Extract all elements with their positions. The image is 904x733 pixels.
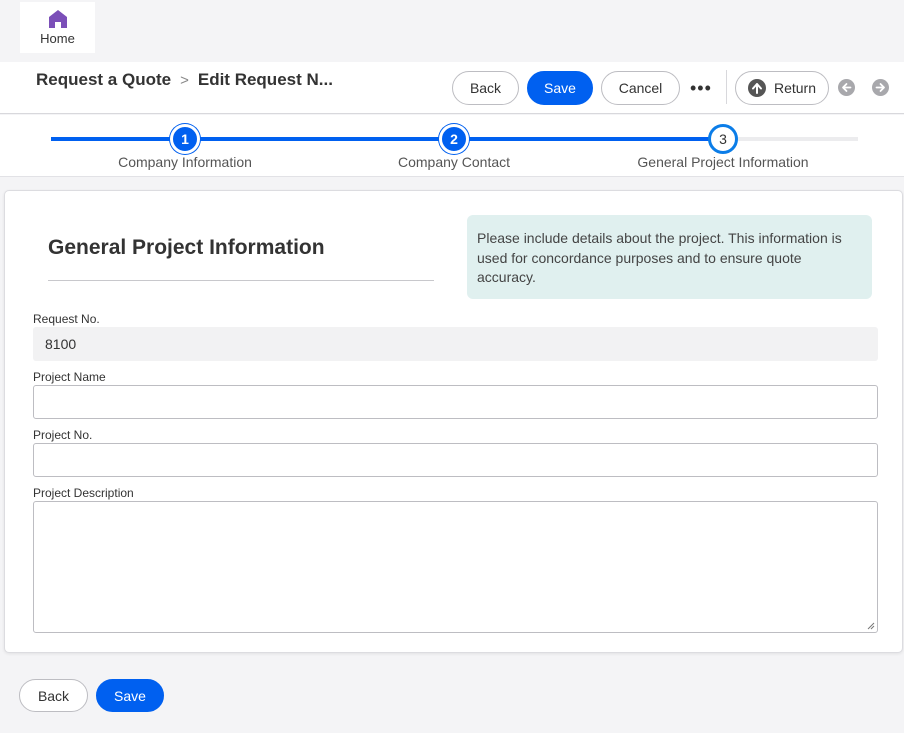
- footer-back-button[interactable]: Back: [19, 679, 88, 712]
- arrow-left-circle-icon[interactable]: [838, 79, 855, 96]
- arrow-right-circle-icon[interactable]: [872, 79, 889, 96]
- more-actions-button[interactable]: •••: [690, 78, 712, 99]
- request-no-value: 8100: [33, 327, 878, 361]
- breadcrumb-separator: >: [180, 71, 189, 89]
- breadcrumb: Request a Quote > Edit Request N...: [36, 70, 333, 90]
- progress-stepper: 1 Company Information 2 Company Contact …: [0, 115, 904, 177]
- section-title: General Project Information: [48, 236, 325, 259]
- return-label: Return: [773, 80, 817, 96]
- toolbar-divider: [726, 70, 727, 104]
- project-no-input[interactable]: [33, 443, 878, 477]
- step-2-marker[interactable]: 2: [439, 124, 469, 154]
- stepper-track-remaining: [722, 137, 858, 141]
- breadcrumb-parent[interactable]: Request a Quote: [36, 70, 171, 90]
- stepper-track-complete: [51, 137, 722, 141]
- home-label: Home: [40, 31, 75, 46]
- step-2-label[interactable]: Company Contact: [398, 154, 510, 170]
- step-3-marker[interactable]: 3: [708, 124, 738, 154]
- request-no-label: Request No.: [33, 312, 100, 326]
- save-button[interactable]: Save: [527, 71, 593, 105]
- arrow-up-circle-icon: [747, 79, 766, 97]
- project-description-label: Project Description: [33, 486, 134, 500]
- section-divider: [48, 280, 434, 281]
- home-button[interactable]: Home: [20, 2, 95, 53]
- step-1-marker[interactable]: 1: [170, 124, 200, 154]
- step-3-label[interactable]: General Project Information: [637, 154, 808, 170]
- footer-save-button[interactable]: Save: [96, 679, 164, 712]
- project-no-label: Project No.: [33, 428, 93, 442]
- resize-grip-icon[interactable]: [867, 622, 875, 630]
- project-name-label: Project Name: [33, 370, 106, 384]
- breadcrumb-current: Edit Request N...: [197, 70, 333, 89]
- home-icon: [48, 10, 67, 28]
- step-1-label[interactable]: Company Information: [118, 154, 252, 170]
- back-button[interactable]: Back: [452, 71, 519, 105]
- project-name-input[interactable]: [33, 385, 878, 419]
- info-message: Please include details about the project…: [467, 215, 872, 299]
- page-header: Request a Quote > Edit Request N... Back…: [0, 62, 904, 114]
- form-card: General Project Information Please inclu…: [4, 190, 903, 653]
- cancel-button[interactable]: Cancel: [601, 71, 680, 105]
- project-description-textarea[interactable]: [33, 501, 878, 633]
- return-button[interactable]: Return: [735, 71, 829, 105]
